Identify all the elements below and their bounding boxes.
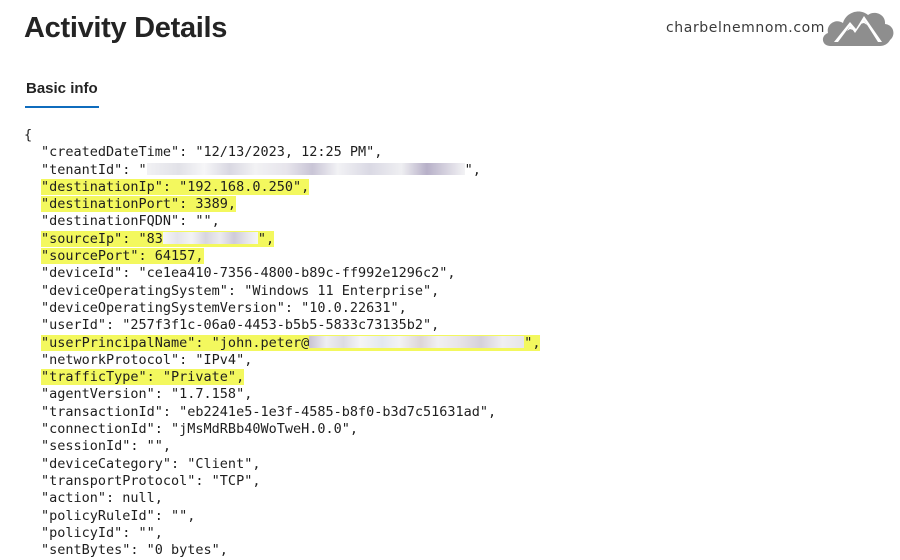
json-line-content: "deviceOperatingSystem": "Windows 11 Ent…: [41, 282, 440, 299]
json-line-content: "sessionId": "",: [41, 438, 172, 455]
json-line: "policyRuleId": "",: [24, 508, 540, 525]
json-line-content: "networkProtocol": "IPv4",: [41, 351, 253, 368]
json-line-content: "deviceId": "ce1ea410-7356-4800-b89c-ff9…: [41, 265, 456, 282]
json-line-content: "tenantId": " ",: [41, 162, 481, 178]
json-line-text: "userPrincipalName": "john.peter@: [41, 334, 310, 351]
json-line: "networkProtocol": "IPv4",: [24, 352, 540, 369]
json-line-content: "action": null,: [41, 490, 163, 507]
json-line: "trafficType": "Private",: [24, 369, 540, 386]
watermark-text: charbelnemnom.com: [666, 20, 826, 36]
json-line-content: "destinationPort": 3389,: [41, 196, 237, 213]
json-line-content: "userPrincipalName": "john.peter@ ",: [41, 334, 541, 351]
json-line-text: ",: [257, 230, 275, 247]
json-line-content: "policyRuleId": "",: [41, 507, 196, 524]
json-line: "tenantId": " ",: [24, 162, 540, 179]
json-line: "deviceId": "ce1ea410-7356-4800-b89c-ff9…: [24, 265, 540, 282]
mountain-cloud-logo-icon: [822, 11, 894, 47]
site-watermark: charbelnemnom.com: [666, 2, 896, 52]
json-line: "deviceOperatingSystemVersion": "10.0.22…: [24, 300, 540, 317]
json-line: "sourcePort": 64157,: [24, 248, 540, 265]
json-line-content: "destinationIp": "192.168.0.250",: [41, 178, 310, 195]
json-open-brace: {: [24, 127, 33, 143]
json-line-text: ",: [464, 161, 481, 178]
json-line-content: "userId": "257f3f1c-06a0-4453-b5b5-5833c…: [41, 317, 440, 334]
json-line: "sentBytes": "0 bytes",: [24, 542, 540, 559]
redacted-value: [162, 231, 258, 244]
json-line-content: "transportProtocol": "TCP",: [41, 472, 261, 489]
json-line-content: "createdDateTime": "12/13/2023, 12:25 PM…: [41, 144, 383, 161]
json-line: "connectionId": "jMsMdRBb40WoTweH.0.0",: [24, 421, 540, 438]
redacted-value: [146, 162, 465, 175]
activity-json-view: { "createdDateTime": "12/13/2023, 12:25 …: [24, 127, 541, 559]
json-line: "sourceIp": "83 ",: [24, 230, 540, 248]
json-line: "sessionId": "",: [24, 438, 540, 455]
json-line-content: "destinationFQDN": "",: [41, 213, 220, 230]
redacted-value: [309, 335, 525, 348]
json-line: "destinationIp": "192.168.0.250",: [24, 178, 540, 196]
json-line-text: "sourceIp": "83: [41, 230, 163, 247]
json-line: "deviceOperatingSystem": "Windows 11 Ent…: [24, 283, 540, 300]
json-line: "userPrincipalName": "john.peter@ ",: [24, 334, 541, 352]
json-line-content: "policyId": "",: [41, 524, 163, 541]
json-line-content: "connectionId": "jMsMdRBb40WoTweH.0.0",: [41, 421, 358, 438]
tab-active-indicator: [25, 106, 99, 108]
json-line-text: ",: [524, 334, 541, 351]
json-line-content: "sentBytes": "0 bytes",: [41, 542, 228, 559]
json-lines: "createdDateTime": "12/13/2023, 12:25 PM…: [24, 144, 541, 559]
json-line: "destinationFQDN": "",: [24, 213, 540, 230]
json-line: "policyId": "",: [24, 525, 540, 542]
json-line-text: "tenantId": ": [41, 161, 147, 178]
json-line: "transactionId": "eb2241e5-1e3f-4585-b8f…: [24, 404, 540, 421]
tab-basic-info[interactable]: Basic info: [26, 80, 98, 97]
json-line-content: "sourcePort": 64157,: [41, 248, 204, 265]
json-line-content: "sourceIp": "83 ",: [41, 230, 275, 247]
json-line: "userId": "257f3f1c-06a0-4453-b5b5-5833c…: [24, 317, 540, 334]
json-line: "destinationPort": 3389,: [24, 196, 540, 213]
json-line: "createdDateTime": "12/13/2023, 12:25 PM…: [24, 144, 540, 161]
json-line-content: "trafficType": "Private",: [41, 369, 245, 386]
json-line: "action": null,: [24, 490, 540, 507]
json-line-content: "transactionId": "eb2241e5-1e3f-4585-b8f…: [41, 403, 497, 420]
json-line: "deviceCategory": "Client",: [24, 456, 540, 473]
json-line-content: "deviceOperatingSystemVersion": "10.0.22…: [41, 299, 407, 316]
json-line: "agentVersion": "1.7.158",: [24, 386, 540, 403]
json-line-content: "deviceCategory": "Client",: [41, 455, 261, 472]
json-line-content: "agentVersion": "1.7.158",: [41, 386, 253, 403]
json-line: "transportProtocol": "TCP",: [24, 473, 540, 490]
page-title: Activity Details: [24, 12, 228, 44]
